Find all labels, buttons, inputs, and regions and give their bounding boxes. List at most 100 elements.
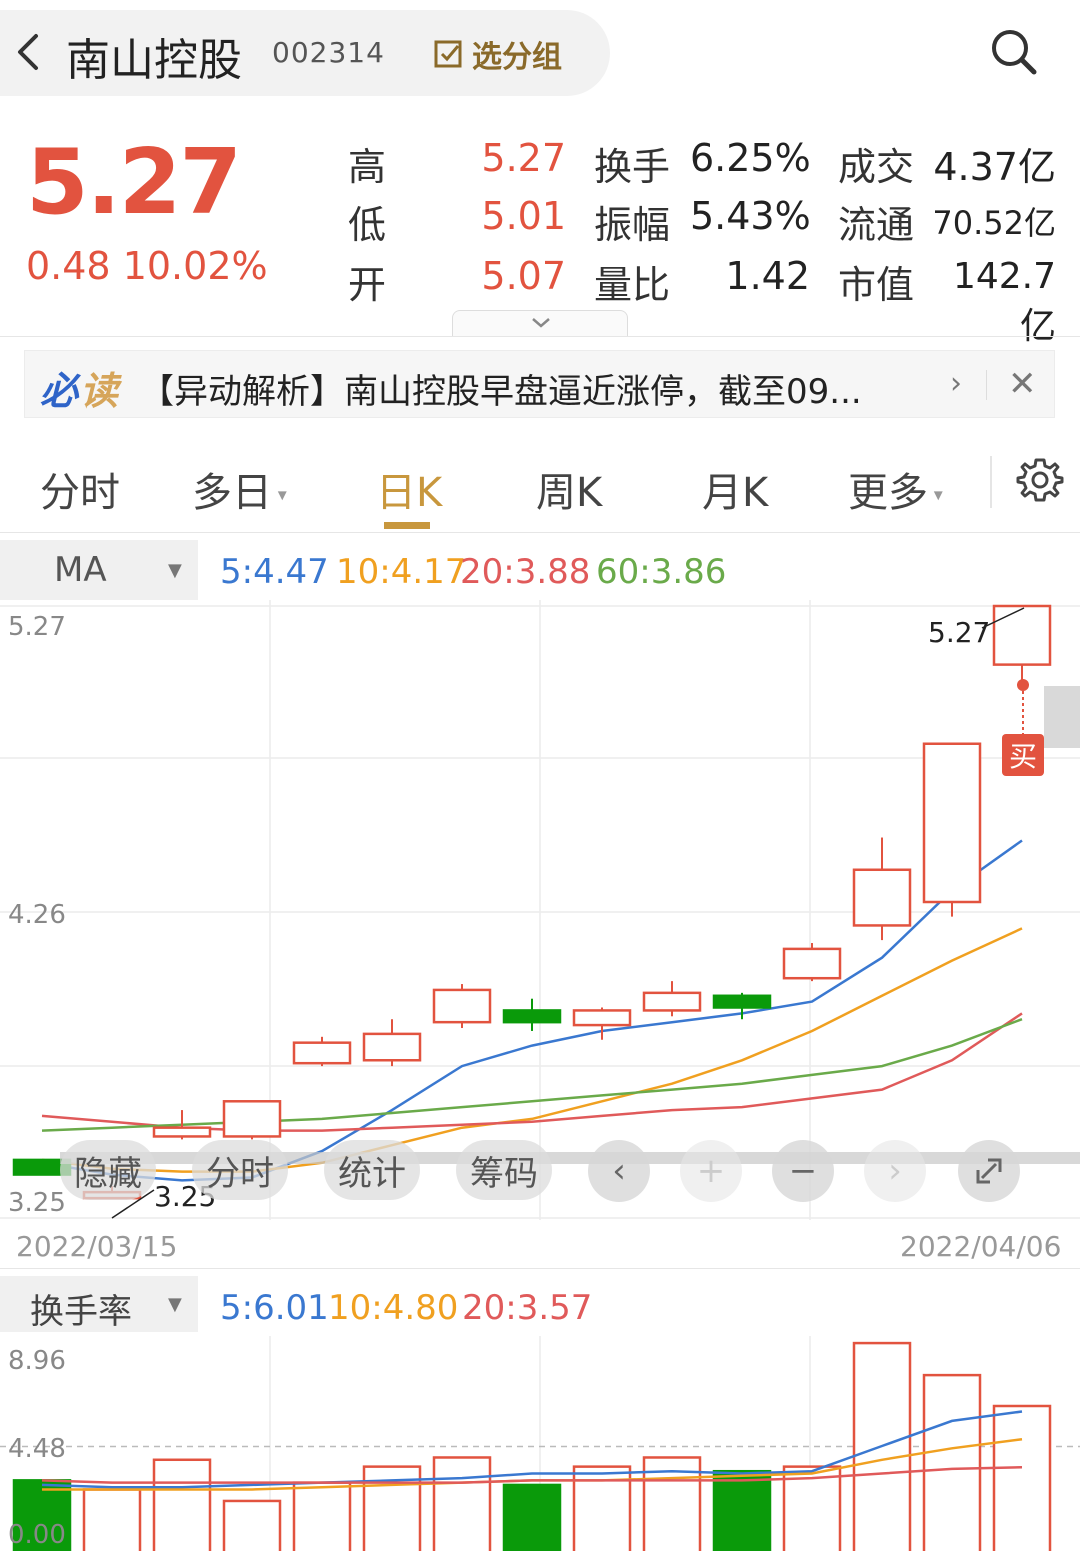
chevron-right-icon[interactable]: ›	[950, 366, 962, 401]
turnover-y-mid: 4.48	[8, 1434, 66, 1464]
ma5-value: 5:4.47	[220, 552, 329, 592]
caret-down-icon: ▼	[168, 560, 182, 581]
volume-amount-label: 成交	[838, 145, 915, 189]
crosshair-handle[interactable]	[1044, 686, 1080, 748]
tab-multi-day-label: 多日	[192, 470, 272, 516]
volume-ratio-value: 1.42	[725, 254, 810, 298]
checkbox-icon	[434, 40, 462, 68]
stats-button[interactable]: 统计	[324, 1140, 420, 1200]
turnover-bar	[292, 1481, 352, 1551]
select-group-label: 选分组	[472, 40, 562, 75]
tab-weekly-k[interactable]: 周K	[536, 460, 602, 518]
candle-body	[362, 1032, 422, 1062]
must-read-tag-a: 必	[40, 369, 79, 413]
last-price: 5.27	[26, 130, 242, 235]
date-start: 2022/03/15	[16, 1230, 178, 1263]
candle-body	[152, 1126, 212, 1138]
back-icon[interactable]	[12, 30, 46, 74]
high-marker-line	[981, 607, 1025, 629]
float-cap-label: 流通	[838, 203, 915, 247]
indicator-label: MA	[54, 550, 107, 590]
chart-divider	[0, 1268, 1080, 1269]
candle-body	[292, 1041, 352, 1065]
tab-daily-k[interactable]: 日K	[376, 460, 442, 518]
open-label: 开	[348, 263, 387, 307]
must-read-tag-b: 读	[80, 369, 119, 413]
kline-y-top: 5.27	[8, 612, 66, 642]
turnover-chart[interactable]	[0, 1336, 1080, 1551]
candle-body	[642, 991, 702, 1012]
kline-y-mid: 4.26	[8, 900, 66, 930]
low-label: 低	[348, 203, 387, 247]
turnover-bar	[432, 1456, 492, 1551]
caret-down-icon: ▾	[272, 484, 287, 506]
chevron-right-icon[interactable]: ›	[864, 1140, 926, 1202]
tab-multi-day[interactable]: 多日 ▾	[192, 460, 287, 518]
price-change: 0.48 10.02%	[26, 244, 268, 288]
expand-arrows-icon	[976, 1158, 1002, 1184]
change-value: 0.48	[26, 244, 111, 288]
turnover-ma5: 5:6.01	[220, 1288, 329, 1328]
select-group-button[interactable]: 选分组	[434, 34, 562, 75]
low-value: 5.01	[481, 194, 566, 238]
date-end: 2022/04/06	[900, 1230, 1062, 1263]
zoom-out-icon[interactable]: −	[772, 1140, 834, 1202]
turnover-bar	[992, 1404, 1052, 1551]
candle-body	[922, 742, 982, 904]
tab-more-label: 更多	[848, 470, 928, 516]
tab-more[interactable]: 更多 ▾	[848, 460, 943, 518]
search-icon[interactable]	[988, 26, 1040, 78]
turnover-label: 换手	[594, 145, 671, 189]
tab-monthly-k[interactable]: 月K	[702, 460, 768, 518]
gear-icon[interactable]	[1016, 456, 1064, 504]
news-headline[interactable]: 【异动解析】南山控股早盘逼近涨停，截至09...	[140, 364, 940, 413]
volume-amount-value: 4.37亿	[933, 145, 1056, 189]
caret-down-icon: ▼	[168, 1294, 182, 1315]
expand-quote-button[interactable]	[452, 310, 628, 336]
timeshare-button[interactable]: 分时	[192, 1140, 288, 1200]
ma60-value: 60:3.86	[596, 552, 727, 592]
candle-body	[782, 947, 842, 980]
volume-ratio-label: 量比	[594, 263, 671, 307]
ma20-value: 20:3.88	[460, 552, 591, 592]
active-tab-indicator	[384, 522, 430, 529]
tab-separator	[990, 456, 992, 508]
kline-chart[interactable]	[0, 600, 1080, 1222]
sub-indicator-label: 换手率	[30, 1292, 132, 1332]
turnover-bar	[222, 1499, 282, 1551]
high-value: 5.27	[481, 136, 566, 180]
turnover-ma10: 10:4.80	[328, 1288, 459, 1328]
turnover-ma20: 20:3.57	[462, 1288, 593, 1328]
amplitude-label: 振幅	[594, 203, 671, 247]
chips-button[interactable]: 筹码	[456, 1140, 552, 1200]
candle-body	[712, 994, 772, 1009]
close-icon[interactable]: ✕	[1008, 364, 1037, 404]
market-cap-label: 市值	[838, 263, 915, 307]
news-divider	[986, 370, 987, 400]
hide-button[interactable]: 隐藏	[60, 1140, 156, 1200]
stock-name: 南山控股	[66, 35, 242, 86]
candle-body	[572, 1009, 632, 1027]
turnover-y-top: 8.96	[8, 1346, 66, 1376]
zoom-in-icon[interactable]: +	[680, 1140, 742, 1202]
chevron-down-icon	[532, 318, 550, 328]
change-percent: 10.02%	[122, 244, 268, 288]
open-value: 5.07	[481, 254, 566, 298]
high-label: 高	[348, 145, 387, 189]
turnover-bar	[712, 1469, 772, 1551]
kline-ma20-line	[41, 1012, 1023, 1132]
turnover-y-bottom: 0.00	[8, 1520, 66, 1550]
buy-signal-badge[interactable]: 买	[1002, 734, 1044, 776]
tab-timeshare[interactable]: 分时	[40, 460, 120, 518]
amplitude-value: 5.43%	[690, 194, 811, 238]
candle-body	[852, 868, 912, 927]
turnover-bar	[922, 1373, 982, 1551]
buy-signal-connector	[1017, 679, 1029, 734]
kline-y-bottom: 3.25	[8, 1188, 66, 1218]
turnover-value: 6.25%	[690, 136, 811, 180]
stock-code: 002314	[272, 36, 385, 69]
candle-body	[502, 1009, 562, 1024]
kline-ma60-line	[41, 1018, 1023, 1132]
chevron-left-icon[interactable]: ‹	[588, 1140, 650, 1202]
fullscreen-icon[interactable]	[958, 1140, 1020, 1202]
